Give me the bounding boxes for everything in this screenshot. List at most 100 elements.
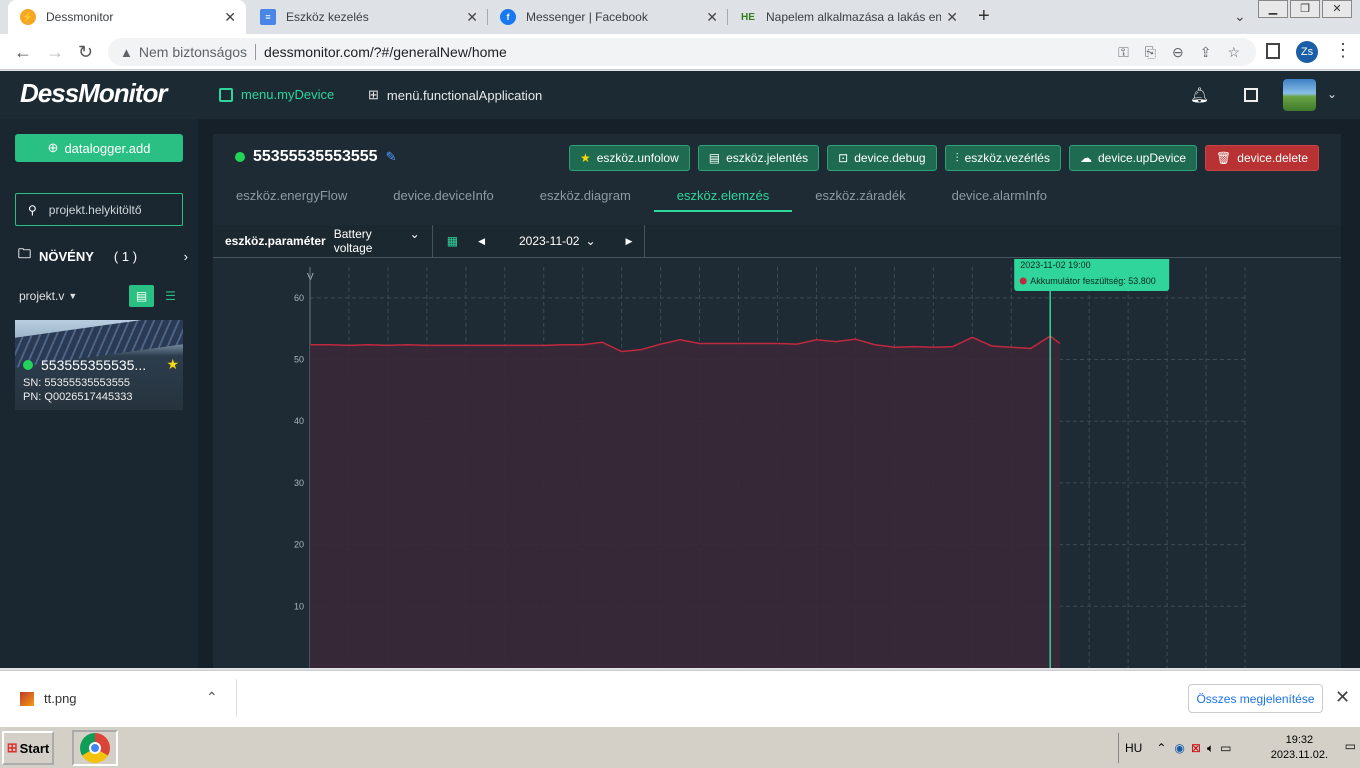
control-button[interactable]: ⫶ eszköz.vezérlés xyxy=(944,145,1061,171)
nav-functional-application[interactable]: ⊞ menü.functionalApplication xyxy=(368,87,542,103)
browser-tab-dessmonitor[interactable]: ⚡ Dessmonitor ✕ xyxy=(8,0,246,34)
url-text[interactable]: dessmonitor.com/?#/generalNew/home xyxy=(264,44,507,60)
taskbar-chrome-button[interactable] xyxy=(72,730,118,766)
device-tabs: eszköz.energyFlow device.deviceInfo eszk… xyxy=(213,186,1341,212)
url-omnibox[interactable]: ▲ Nem biztonságos dessmonitor.com/?#/gen… xyxy=(108,38,1256,66)
taskbar-clock[interactable]: 19:32 2023.11.02. xyxy=(1271,733,1328,763)
parameter-select[interactable]: Battery voltage ⌄ xyxy=(334,227,420,255)
back-arrow-icon[interactable]: ← xyxy=(14,42,32,63)
project-row: projekt.v ▼ ▤ ☰ xyxy=(19,285,183,307)
delete-device-button[interactable]: 🗑︎ device.delete xyxy=(1205,145,1319,171)
list-view-icon[interactable]: ☰ xyxy=(158,285,183,307)
trash-icon: 🗑︎ xyxy=(1216,151,1232,165)
tab-analysis[interactable]: eszköz.elemzés xyxy=(653,186,793,212)
network-icon[interactable]: ⊠ xyxy=(1191,741,1201,755)
chevron-down-icon[interactable]: ⌄ xyxy=(1327,87,1337,101)
sidebar: ⊕ datalogger.add ⚲ projekt.helykitöltő 🗀… xyxy=(0,119,198,668)
project-select[interactable]: projekt.v xyxy=(19,289,64,303)
tab-energy-flow[interactable]: eszköz.energyFlow xyxy=(213,186,370,212)
date-picker[interactable]: 2023-11-02 ⌄ xyxy=(519,234,596,248)
bookmark-star-icon[interactable]: ☆ xyxy=(1227,44,1240,61)
tab-alarm-info[interactable]: device.alarmInfo xyxy=(929,186,1070,212)
device-panel: 55355535553555 ✎ ★ eszköz.unfolow ▤ eszköz… xyxy=(213,134,1341,668)
user-avatar[interactable] xyxy=(1283,79,1316,111)
show-all-downloads-button[interactable]: Összes megjelenítése xyxy=(1188,684,1323,713)
y-tick-label: 40 xyxy=(294,416,304,426)
chevron-up-icon[interactable]: ⌃ xyxy=(206,689,218,706)
debug-button[interactable]: ⊡ device.debug xyxy=(827,145,937,171)
display-icon[interactable]: ▭ xyxy=(1220,741,1231,755)
translate-icon[interactable]: ⎘ xyxy=(1145,44,1156,61)
project-search-input[interactable]: ⚲ projekt.helykitöltő xyxy=(15,193,183,226)
windows-taskbar: ⊞ Start HU ⌃ ◉ ⊠ 🔈︎ ▭ 19:32 2023.11.02. … xyxy=(0,726,1360,768)
online-status-dot xyxy=(23,359,33,370)
device-card[interactable]: 553555355535... ★ SN: 55355535553555 PN:… xyxy=(15,320,183,410)
share-icon[interactable]: ⇪ xyxy=(1200,44,1212,61)
zoom-icon[interactable]: ⊖ xyxy=(1172,44,1184,61)
device-header: 55355535553555 ✎ xyxy=(235,148,396,166)
tab-device-info[interactable]: device.deviceInfo xyxy=(370,186,516,212)
close-tab-icon[interactable]: ✕ xyxy=(946,9,958,26)
add-datalogger-button[interactable]: ⊕ datalogger.add xyxy=(15,134,183,162)
new-tab-icon[interactable]: + xyxy=(978,5,990,28)
close-download-bar-icon[interactable]: ✕ xyxy=(1335,687,1350,708)
tray-expand-icon[interactable]: ⌃ xyxy=(1156,741,1166,755)
key-icon[interactable]: ⚿ xyxy=(1118,44,1129,61)
tab-clause[interactable]: eszköz.záradék xyxy=(792,186,928,212)
tray-app-icon[interactable]: ◉ xyxy=(1174,741,1184,755)
plant-header[interactable]: 🗀︎ NÖVÉNY ( 1 ) › xyxy=(18,245,188,267)
card-view-icon[interactable]: ▤ xyxy=(129,285,154,307)
update-device-button[interactable]: ☁ device.upDevice xyxy=(1068,145,1198,171)
close-tab-icon[interactable]: ✕ xyxy=(466,9,478,26)
browser-tab-messenger[interactable]: f Messenger | Facebook ✕ xyxy=(488,0,728,34)
browser-tab-eszkoz[interactable]: ≡ Eszköz kezelés ✕ xyxy=(248,0,488,34)
language-indicator[interactable]: HU xyxy=(1125,741,1142,755)
warning-triangle-icon[interactable]: ▲ xyxy=(120,45,133,60)
browser-tab-napelem[interactable]: HE Napelem alkalmazása a lakás energ ✕ xyxy=(728,0,968,34)
menu-kebab-icon[interactable]: ⋮ xyxy=(1334,40,1352,61)
tab-diagram[interactable]: eszköz.diagram xyxy=(517,186,654,212)
chevron-right-icon[interactable]: › xyxy=(184,249,188,264)
facebook-favicon-icon: f xyxy=(500,9,516,25)
bell-icon[interactable]: 🔔︎ xyxy=(1190,86,1209,104)
online-status-dot xyxy=(235,152,245,162)
unfollow-button[interactable]: ★ eszköz.unfolow xyxy=(568,145,690,171)
close-tab-icon[interactable]: ✕ xyxy=(224,9,236,26)
tab-search-chevron-icon[interactable]: ⌄ xyxy=(1234,8,1246,25)
profile-avatar[interactable]: Zs xyxy=(1296,41,1318,63)
plus-circle-icon: ⊕ xyxy=(47,140,59,155)
edit-pencil-icon[interactable]: ✎ xyxy=(386,149,397,165)
y-tick-label: 10 xyxy=(294,601,304,611)
reload-icon[interactable]: ↻ xyxy=(78,42,93,63)
show-desktop-icon[interactable]: ▭ xyxy=(1345,739,1356,753)
forward-arrow-icon[interactable]: → xyxy=(46,42,64,63)
nav-my-device[interactable]: menu.myDevice xyxy=(219,87,334,102)
caret-down-icon[interactable]: ▼ xyxy=(68,291,77,301)
calendar-icon[interactable]: ▦ xyxy=(447,234,458,248)
close-window-icon[interactable]: ✕ xyxy=(1322,0,1352,18)
minimize-icon[interactable]: ▁ xyxy=(1258,0,1288,18)
chart-series xyxy=(310,335,1061,668)
start-button[interactable]: ⊞ Start xyxy=(2,731,54,765)
report-button[interactable]: ▤ eszköz.jelentés xyxy=(697,145,820,171)
tooltip-series-dot xyxy=(1019,277,1027,285)
report-icon: ▤ xyxy=(708,151,721,165)
search-icon: ⚲ xyxy=(28,202,37,217)
fullscreen-icon[interactable] xyxy=(1244,88,1258,102)
he-favicon-icon: HE xyxy=(741,11,755,23)
chevron-down-icon: ⌄ xyxy=(585,234,596,248)
close-tab-icon[interactable]: ✕ xyxy=(706,9,718,26)
download-item[interactable]: tt.png xyxy=(20,691,77,706)
y-tick-label: 50 xyxy=(294,355,304,365)
system-tray: HU ⌃ ◉ ⊠ 🔈︎ ▭ 19:32 2023.11.02. ▭ xyxy=(1118,731,1358,765)
image-file-icon xyxy=(20,691,34,706)
grid-apps-icon: ⊞ xyxy=(368,87,379,102)
top-navigation: DessMonitor menu.myDevice ⊞ menü.functio… xyxy=(0,71,1360,119)
y-tick-label: 60 xyxy=(294,293,304,303)
volume-icon[interactable]: 🔈︎ xyxy=(1207,741,1214,756)
prev-date-icon[interactable]: ◀ xyxy=(478,236,485,247)
star-icon[interactable]: ★ xyxy=(166,356,179,373)
next-date-icon[interactable]: ▶ xyxy=(626,236,633,247)
restore-icon[interactable]: ❐ xyxy=(1290,0,1320,18)
side-panel-icon[interactable] xyxy=(1266,43,1280,59)
